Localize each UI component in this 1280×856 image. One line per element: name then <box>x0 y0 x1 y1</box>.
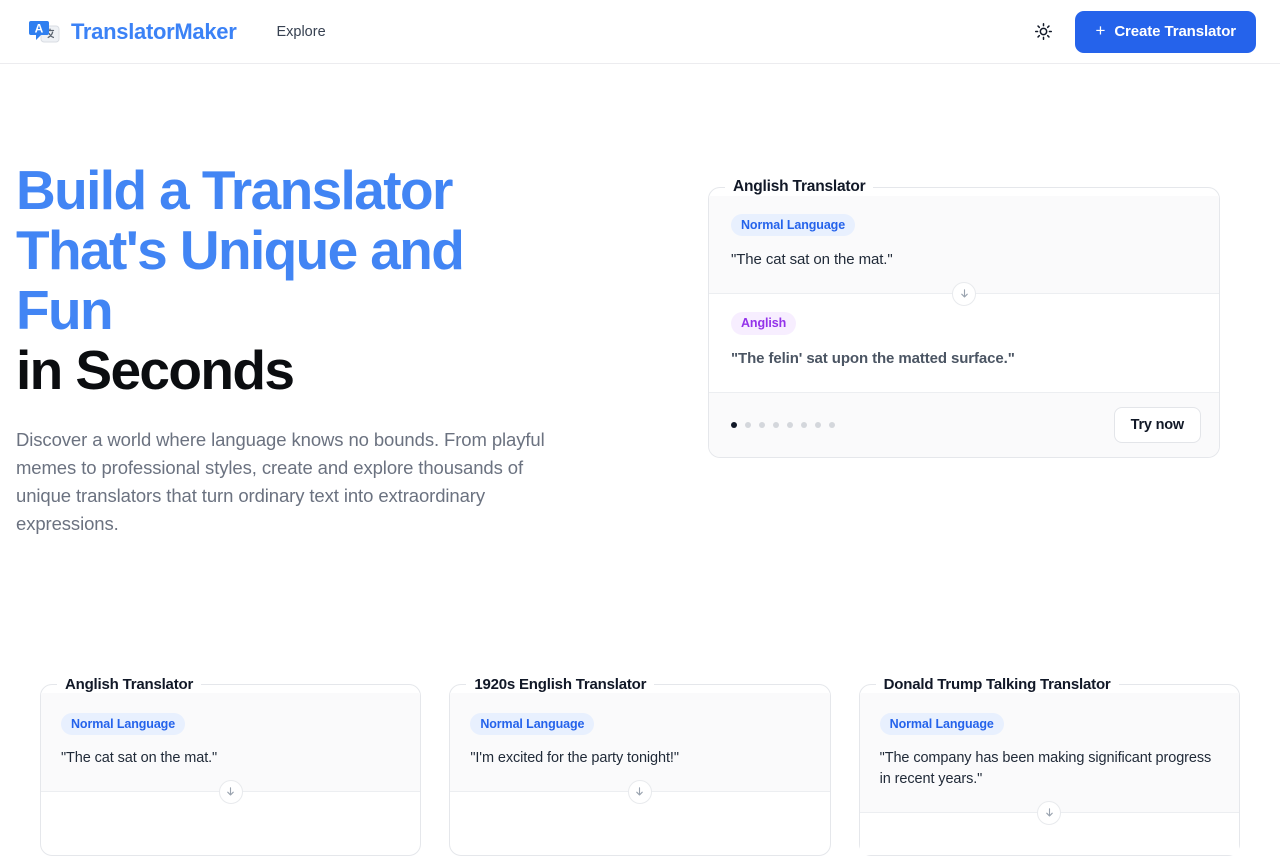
brand-name: TranslatorMaker <box>71 18 237 44</box>
gallery-card-1920s[interactable]: 1920s English Translator Normal Language… <box>449 676 831 856</box>
gallery-input-text: "The company has been making significant… <box>879 750 1212 788</box>
gallery-card-divider <box>450 779 830 804</box>
hero-card-footer: Try now <box>709 391 1219 457</box>
carousel-dot[interactable] <box>829 421 835 428</box>
gallery-input-panel: Normal Language "The company has been ma… <box>859 693 1239 813</box>
gallery-card-title: 1920s English Translator <box>474 676 647 693</box>
hero-section: Build a Translator That's Unique and Fun… <box>0 64 1280 538</box>
carousel-dots <box>727 421 835 428</box>
hero-output-panel: Anglish "The felin' sat upon the matted … <box>709 294 1219 392</box>
gallery-input-badge: Normal Language <box>470 713 595 736</box>
headline-line-4: in Seconds <box>16 339 295 401</box>
gallery-input-text: "I'm excited for the party tonight!" <box>470 750 679 767</box>
hero-input-text: "The cat sat on the mat." <box>731 251 893 269</box>
arrow-down-icon <box>218 779 243 804</box>
headline-line-3: Fun <box>16 279 114 341</box>
primary-nav: Explore <box>268 18 333 46</box>
carousel-dot[interactable] <box>745 421 751 428</box>
carousel-dot[interactable] <box>773 421 779 428</box>
carousel-dot[interactable] <box>731 421 737 428</box>
gallery-card-divider <box>859 800 1239 825</box>
arrow-down-icon <box>1037 800 1062 825</box>
hero-translator-card[interactable]: Anglish Translator Normal Language "The … <box>708 178 1220 458</box>
hero-card-divider <box>709 281 1219 306</box>
hero-input-panel: Normal Language "The cat sat on the mat.… <box>709 196 1219 294</box>
hero-output-text: "The felin' sat upon the matted surface.… <box>731 349 1015 367</box>
gallery-input-panel: Normal Language "The cat sat on the mat.… <box>41 693 421 792</box>
translate-logo-icon: A <box>28 16 60 48</box>
hero-demo: Anglish Translator Normal Language "The … <box>708 160 1220 458</box>
hero-input-badge: Normal Language <box>731 214 856 237</box>
carousel-dot[interactable] <box>815 421 821 428</box>
gallery-input-text: "The cat sat on the mat." <box>61 750 218 767</box>
gallery-card-trump[interactable]: Donald Trump Talking Translator Normal L… <box>858 676 1240 856</box>
create-translator-button[interactable]: + Create Translator <box>1075 10 1256 53</box>
app-header: A TranslatorMaker Explore + Create Trans… <box>0 0 1280 64</box>
gallery-card-title: Donald Trump Talking Translator <box>883 676 1111 693</box>
hero-output-badge: Anglish <box>731 312 797 335</box>
gallery-card-body: Normal Language "I'm excited for the par… <box>450 693 830 835</box>
headline-line-1: Build a Translator <box>16 159 453 221</box>
hero-card-title: Anglish Translator <box>733 178 866 195</box>
svg-text:A: A <box>35 21 44 35</box>
try-now-button[interactable]: Try now <box>1113 406 1201 443</box>
gallery-card-anglish[interactable]: Anglish Translator Normal Language "The … <box>40 676 422 856</box>
page-title: Build a Translator That's Unique and Fun… <box>16 160 600 400</box>
arrow-down-icon <box>952 281 976 306</box>
carousel-dot[interactable] <box>787 421 793 428</box>
hero-copy: Build a Translator That's Unique and Fun… <box>0 160 600 538</box>
nav-explore[interactable]: Explore <box>268 18 333 46</box>
gallery-input-panel: Normal Language "I'm excited for the par… <box>450 693 830 792</box>
carousel-dot[interactable] <box>759 421 765 428</box>
hero-card-body: Normal Language "The cat sat on the mat.… <box>709 196 1219 457</box>
hero-subtext: Discover a world where language knows no… <box>16 429 545 534</box>
gallery-card-title: Anglish Translator <box>65 676 194 693</box>
sun-icon[interactable] <box>1029 18 1057 46</box>
gallery-input-badge: Normal Language <box>61 713 186 736</box>
gallery-input-badge: Normal Language <box>879 713 1004 736</box>
plus-icon: + <box>1095 21 1106 40</box>
carousel-dot[interactable] <box>801 421 807 428</box>
arrow-down-icon <box>627 779 652 804</box>
gallery-card-divider <box>41 779 421 804</box>
translator-gallery: Anglish Translator Normal Language "The … <box>0 676 1280 856</box>
brand-logo[interactable]: A TranslatorMaker <box>28 16 237 48</box>
gallery-card-body: Normal Language "The cat sat on the mat.… <box>41 693 421 835</box>
create-translator-label: Create Translator <box>1114 23 1236 40</box>
gallery-card-body: Normal Language "The company has been ma… <box>859 693 1239 856</box>
headline-line-2: That's Unique and <box>16 219 465 281</box>
header-actions: + Create Translator <box>1029 10 1256 53</box>
